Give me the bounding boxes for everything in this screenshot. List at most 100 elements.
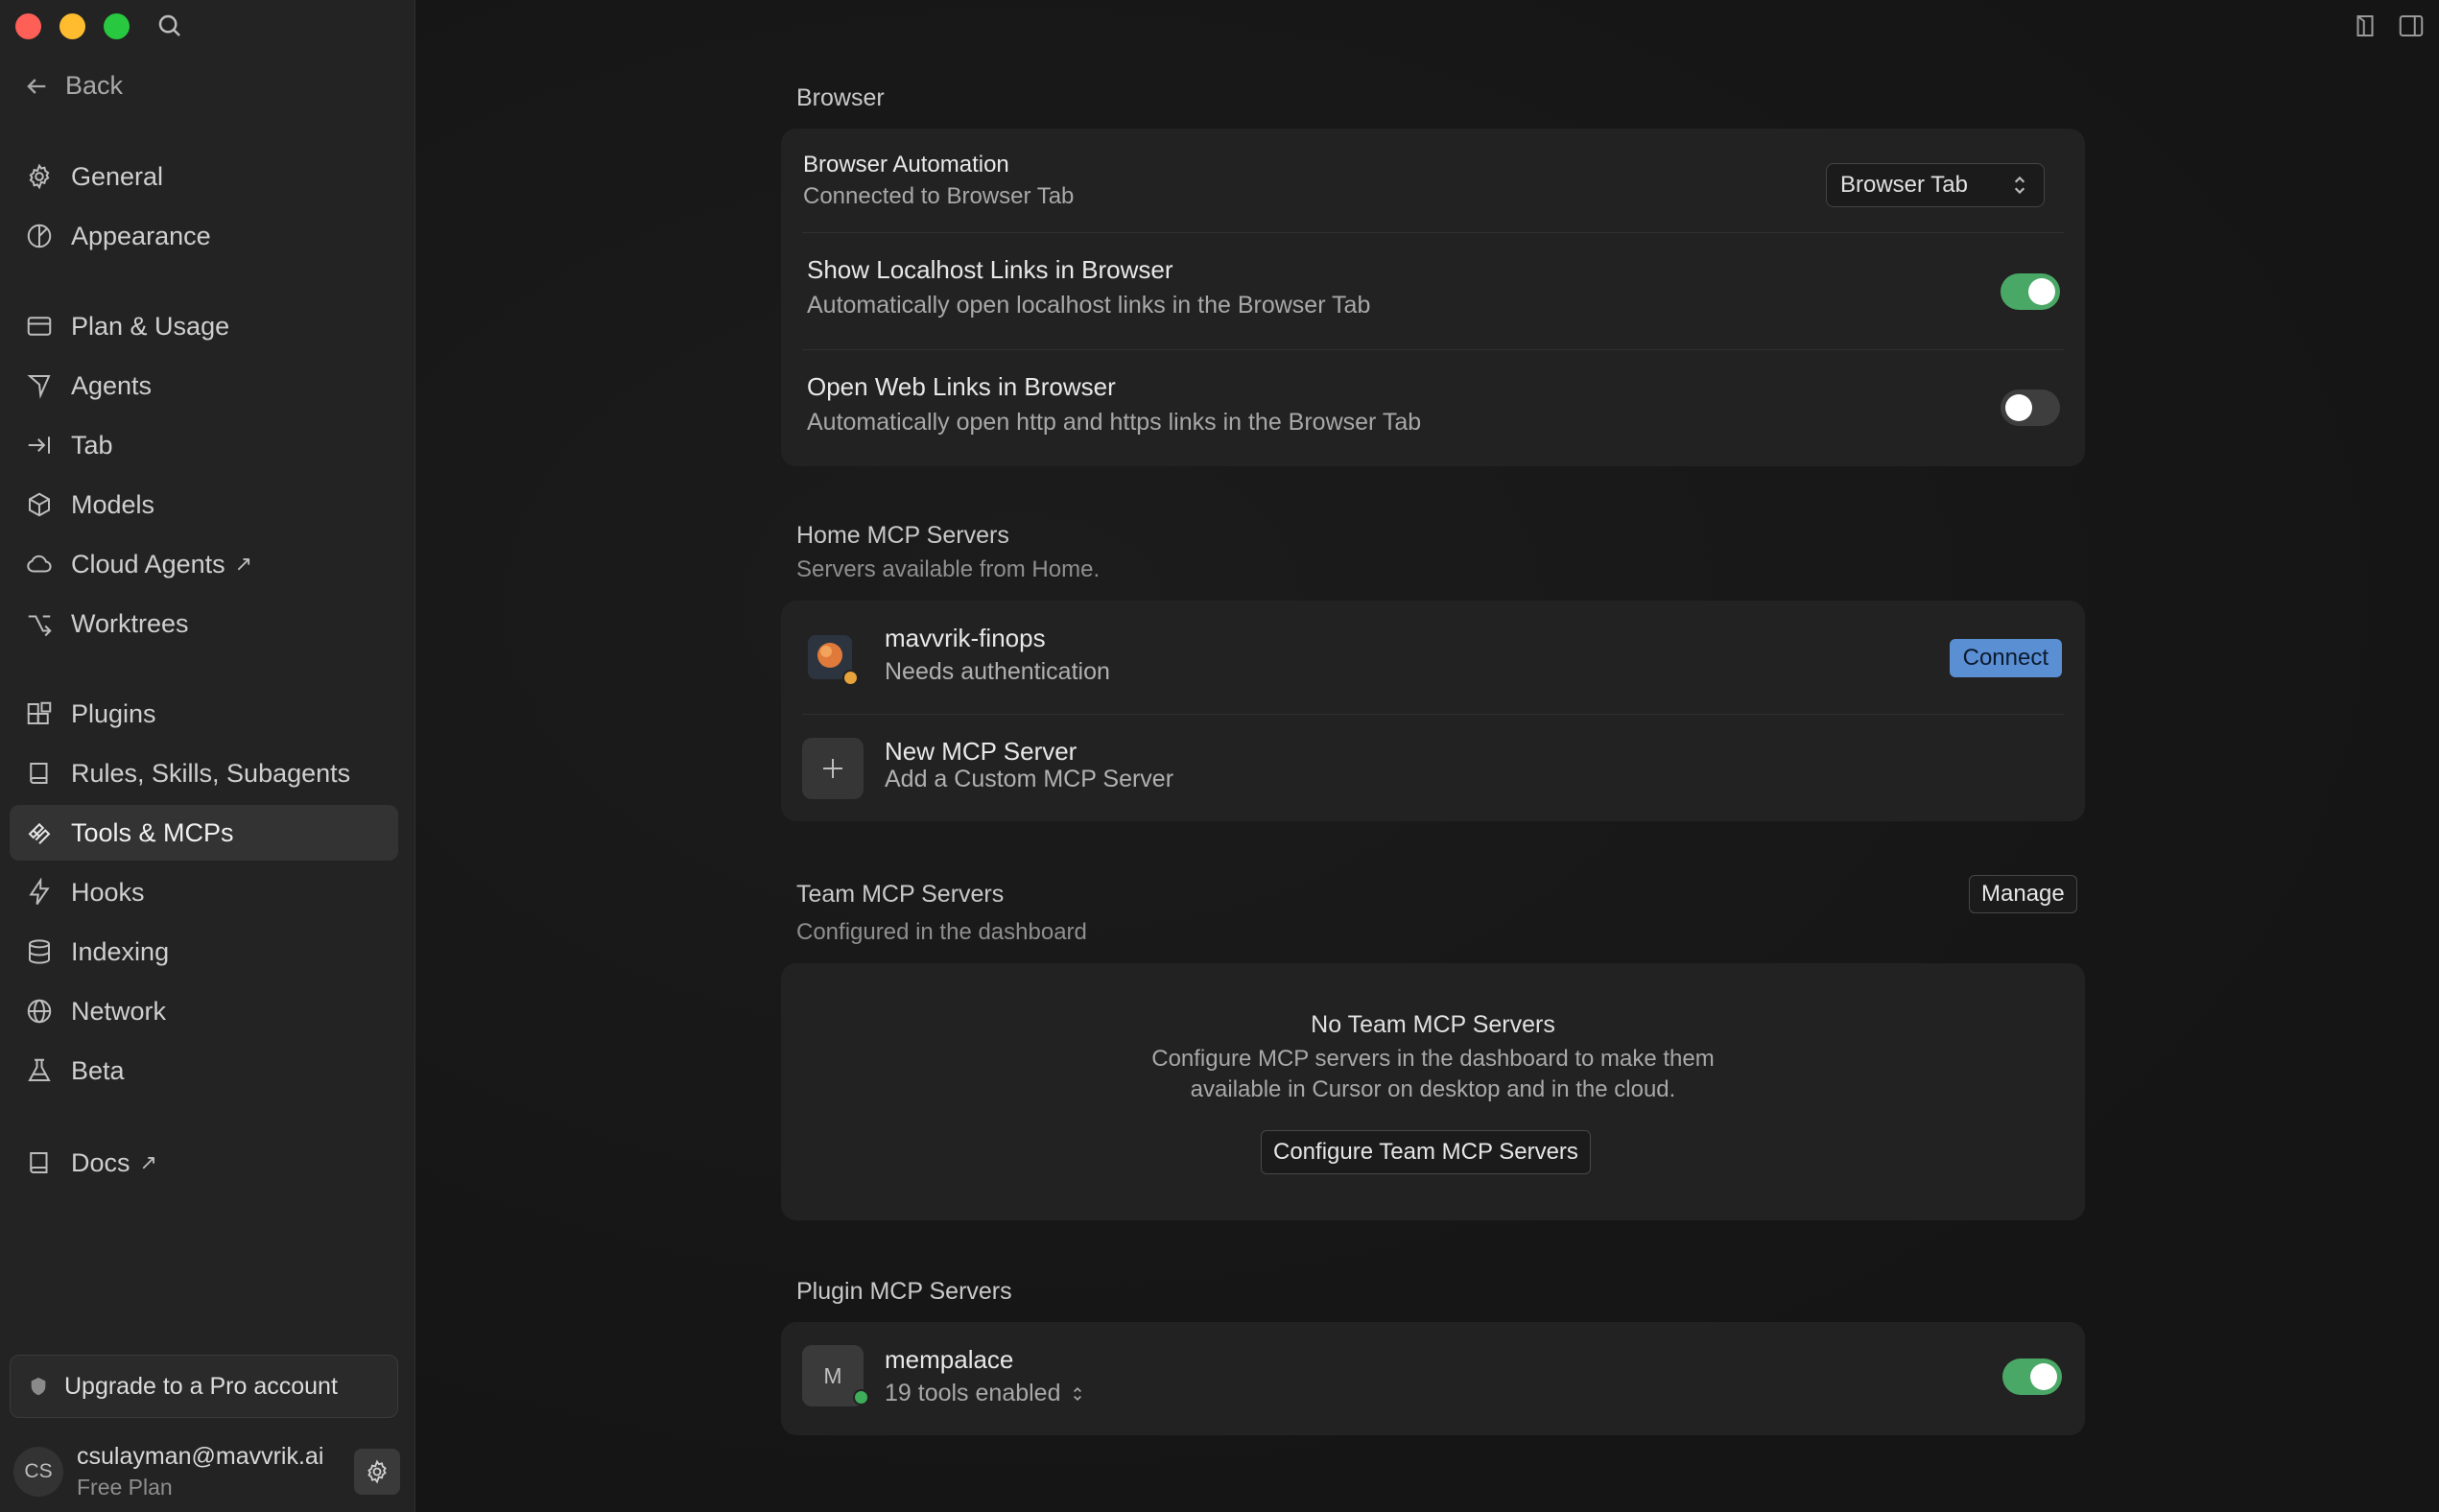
window-controls <box>15 13 130 39</box>
cube-icon <box>29 492 50 517</box>
web-links-row: Open Web Links in Browser Automatically … <box>781 349 2085 466</box>
sidebar-item-general[interactable]: General <box>10 149 398 204</box>
sidebar-item-indexing[interactable]: Indexing <box>10 924 398 980</box>
sidebar-item-beta[interactable]: Beta <box>10 1043 398 1099</box>
sidebar-item-label: Appearance <box>71 221 211 250</box>
lightning-icon <box>29 878 50 906</box>
sidebar-item-plan-usage[interactable]: Plan & Usage <box>10 298 398 354</box>
sidebar-item-label: Plugins <box>71 698 156 728</box>
sidebar-item-agents[interactable]: Agents <box>10 358 398 413</box>
gear-icon <box>29 163 50 190</box>
empty-state-title: No Team MCP Servers <box>1311 1011 1555 1038</box>
back-button[interactable]: Back <box>23 71 123 101</box>
sidebar-item-label: Plan & Usage <box>71 311 230 341</box>
chevron-updown-icon <box>2014 176 2025 195</box>
mcp-server-row: mavvrik-finops Needs authentication Conn… <box>781 601 2085 714</box>
external-link-icon: ↗ <box>234 552 253 576</box>
sidebar-item-tools-mcps[interactable]: Tools & MCPs <box>10 805 398 861</box>
sidebar-item-label: Agents <box>71 370 153 400</box>
flask-icon <box>28 1058 51 1081</box>
sidebar-item-label: Tab <box>71 430 113 460</box>
plugin-server-toggle[interactable] <box>2002 1358 2062 1395</box>
sidebar-item-docs[interactable]: Docs ↗ <box>10 1135 398 1191</box>
sidebar-item-cloud-agents[interactable]: Cloud Agents ↗ <box>10 536 398 592</box>
browser-automation-title: Browser Automation <box>803 152 1009 177</box>
shield-icon <box>31 1377 46 1396</box>
account-email: csulayman@mavvrik.ai <box>77 1443 324 1470</box>
web-links-title: Open Web Links in Browser <box>807 372 1116 401</box>
sidebar-item-worktrees[interactable]: Worktrees <box>10 596 398 651</box>
team-mcp-title: Team MCP Servers <box>796 881 1005 908</box>
home-mcp-title: Home MCP Servers <box>796 522 1009 549</box>
back-label: Back <box>65 71 124 100</box>
plugin-mcp-card: M mempalace 19 tools enabled <box>781 1322 2085 1435</box>
account-settings-button[interactable] <box>354 1449 400 1495</box>
sidebar-item-models[interactable]: Models <box>10 477 398 532</box>
sidebar-item-label: Network <box>71 996 167 1026</box>
localhost-links-row: Show Localhost Links in Browser Automati… <box>781 232 2085 349</box>
configure-team-mcp-button[interactable]: Configure Team MCP Servers <box>1261 1130 1591 1174</box>
localhost-links-subtitle: Automatically open localhost links in th… <box>807 292 1371 319</box>
mcp-server-name: mavvrik-finops <box>885 624 1046 652</box>
sidebar-item-rules[interactable]: Rules, Skills, Subagents <box>10 745 398 801</box>
add-mcp-server-button[interactable] <box>802 738 864 799</box>
account-plan: Free Plan <box>77 1475 173 1500</box>
minimize-window-button[interactable] <box>59 13 85 39</box>
sidebar-item-plugins[interactable]: Plugins <box>10 686 398 742</box>
account-panel: CS csulayman@mavvrik.ai Free Plan <box>13 1441 402 1502</box>
plugin-mcp-title: Plugin MCP Servers <box>796 1278 1012 1305</box>
upgrade-pro-button[interactable]: Upgrade to a Pro account <box>10 1355 398 1418</box>
home-mcp-card: mavvrik-finops Needs authentication Conn… <box>781 601 2085 821</box>
new-mcp-server-subtitle: Add a Custom MCP Server <box>885 766 1174 792</box>
close-window-button[interactable] <box>15 13 41 39</box>
sidebar-item-tab[interactable]: Tab <box>10 417 398 473</box>
plus-icon <box>823 759 842 778</box>
palette-icon <box>27 224 52 248</box>
tools-enabled-dropdown[interactable]: 19 tools enabled <box>885 1380 1087 1407</box>
tools-enabled-label: 19 tools enabled <box>885 1380 1061 1406</box>
sidebar-toggle-icon[interactable] <box>2397 12 2426 40</box>
team-mcp-subtitle: Configured in the dashboard <box>796 919 1087 945</box>
sidebar-item-label: Rules, Skills, Subagents <box>71 758 351 788</box>
maximize-window-button[interactable] <box>104 13 130 39</box>
manage-button[interactable]: Manage <box>1969 875 2077 913</box>
gear-icon <box>367 1459 387 1484</box>
connect-button[interactable]: Connect <box>1949 639 2062 677</box>
localhost-links-title: Show Localhost Links in Browser <box>807 255 1173 284</box>
sidebar-item-network[interactable]: Network <box>10 983 398 1039</box>
search-icon[interactable] <box>155 12 184 40</box>
browser-automation-subtitle: Connected to Browser Tab <box>803 183 1075 209</box>
sidebar-item-appearance[interactable]: Appearance <box>10 208 398 264</box>
web-links-toggle[interactable] <box>2001 390 2060 426</box>
browser-automation-value: Browser Tab <box>1840 172 1968 198</box>
tab-arrow-icon <box>28 437 50 454</box>
settings-window: Back General Appearance Plan & Usage Age… <box>0 0 2439 1512</box>
layout-left-icon[interactable] <box>2351 12 2380 40</box>
browser-automation-select[interactable]: Browser Tab <box>1826 163 2045 207</box>
settings-content: Browser Browser Automation Connected to … <box>415 0 2439 1512</box>
tools-icon <box>28 822 51 844</box>
sidebar-item-hooks[interactable]: Hooks <box>10 864 398 920</box>
avatar[interactable]: CS <box>13 1447 63 1497</box>
team-mcp-card: No Team MCP Servers Configure MCP server… <box>781 963 2085 1220</box>
database-icon <box>29 939 50 964</box>
mcp-server-status: Needs authentication <box>885 658 1110 685</box>
globe-icon <box>27 999 52 1024</box>
cloud-icon <box>27 555 52 573</box>
sidebar-item-label: Models <box>71 489 155 519</box>
new-mcp-server-title[interactable]: New MCP Server <box>885 737 1077 767</box>
book-icon <box>30 763 48 784</box>
home-mcp-subtitle: Servers available from Home. <box>796 556 1101 582</box>
status-connected-indicator <box>853 1389 869 1406</box>
agents-icon <box>27 375 51 399</box>
empty-state-line-2: available in Cursor on desktop and in th… <box>1190 1076 1676 1102</box>
arrow-left-icon <box>27 78 46 94</box>
sidebar-item-label: Tools & MCPs <box>71 817 234 847</box>
docs-book-icon <box>30 1152 48 1173</box>
sidebar: Back General Appearance Plan & Usage Age… <box>0 0 415 1512</box>
sidebar-item-label: General <box>71 161 164 191</box>
plugins-icon <box>27 701 52 724</box>
sidebar-item-label: Hooks <box>71 877 145 907</box>
status-warning-indicator <box>842 670 859 686</box>
localhost-links-toggle[interactable] <box>2001 273 2060 310</box>
